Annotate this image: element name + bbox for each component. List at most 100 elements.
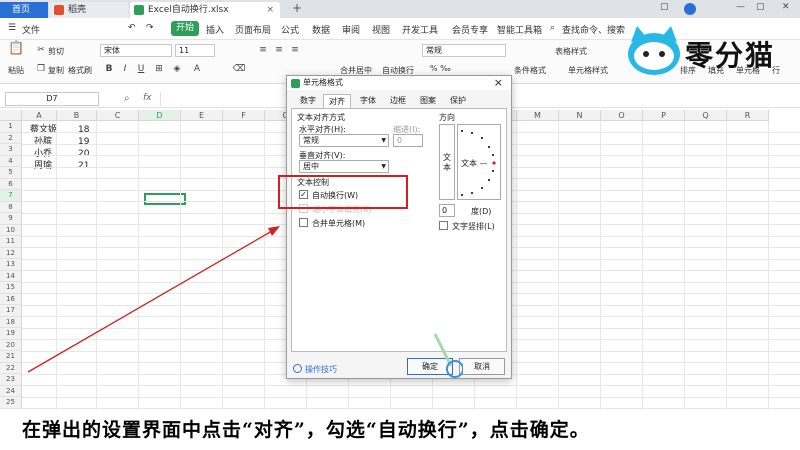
cell-style-button[interactable]: 单元格样式	[568, 65, 608, 76]
column-header-f[interactable]: F	[223, 110, 265, 121]
menu-member[interactable]: 会员专享	[452, 23, 488, 36]
menu-start[interactable]: 开始	[171, 21, 199, 36]
column-header-r[interactable]: R	[727, 110, 769, 121]
close-button[interactable]: ✕	[782, 2, 790, 12]
vertical-align-select[interactable]: 居中 ▼	[299, 160, 389, 173]
menu-review[interactable]: 审阅	[342, 23, 360, 36]
badge-icon[interactable]: ▢	[660, 2, 669, 12]
clear-icon[interactable]: ⌫	[232, 63, 246, 75]
cell-b2[interactable]: 19	[78, 137, 89, 148]
column-header-m[interactable]: M	[517, 110, 559, 121]
zoom-icon[interactable]: ⌕	[124, 93, 130, 104]
copy-button[interactable]: 复制	[48, 65, 64, 76]
italic-icon[interactable]: I	[118, 63, 132, 75]
tab-pattern[interactable]: 图案	[415, 94, 441, 108]
number-format-select[interactable]: 常规	[422, 44, 506, 57]
column-header-p[interactable]: P	[643, 110, 685, 121]
paste-button[interactable]: 粘贴	[8, 65, 24, 76]
column-header-n[interactable]: N	[559, 110, 601, 121]
menu-smart-tools[interactable]: 智能工具箱	[497, 23, 542, 36]
search-icon[interactable]: ⌕	[550, 23, 555, 33]
row-header-2[interactable]: 2	[0, 132, 22, 144]
column-header-e[interactable]: E	[181, 110, 223, 121]
align-left-icon[interactable]: ≡	[256, 44, 270, 56]
merge-cells-checkbox[interactable]	[299, 218, 308, 227]
vertical-text-checkbox[interactable]	[439, 221, 448, 230]
tab-excel-file[interactable]: Excel自动换行.xlsx ×	[130, 2, 280, 18]
cell-a1[interactable]: 蔡文姬	[30, 125, 57, 136]
row-header-22[interactable]: 22	[0, 362, 22, 374]
tips-link[interactable]: 操作技巧	[305, 364, 337, 375]
menu-page-layout[interactable]: 页面布局	[235, 23, 271, 36]
tab-border[interactable]: 边框	[385, 94, 411, 108]
underline-icon[interactable]: U	[134, 63, 148, 75]
tab-alignment[interactable]: 对齐	[323, 94, 351, 108]
percent-icon[interactable]: % ‰	[430, 64, 451, 73]
column-header-q[interactable]: Q	[685, 110, 727, 121]
tab-font[interactable]: 字体	[355, 94, 381, 108]
column-header-b[interactable]: B	[57, 110, 97, 121]
row-header-19[interactable]: 19	[0, 328, 22, 340]
row-header-5[interactable]: 5	[0, 167, 22, 179]
row-header-25[interactable]: 25	[0, 397, 22, 409]
tab-number[interactable]: 数字	[295, 94, 321, 108]
cut-button[interactable]: 剪切	[48, 46, 64, 57]
name-box[interactable]: D7	[5, 92, 99, 106]
dialog-close-icon[interactable]: ×	[494, 76, 503, 90]
paste-icon[interactable]: 📋	[8, 42, 24, 59]
menu-file[interactable]: 文件	[22, 23, 40, 36]
cancel-button[interactable]: 取消	[459, 358, 505, 375]
row-header-21[interactable]: 21	[0, 351, 22, 363]
maximize-button[interactable]: ▢	[756, 2, 765, 12]
align-center-icon[interactable]: ≡	[272, 44, 286, 56]
font-size-select[interactable]: 11	[175, 44, 215, 57]
align-right-icon[interactable]: ≡	[288, 44, 302, 56]
menu-data[interactable]: 数据	[312, 23, 330, 36]
menu-formula[interactable]: 公式	[281, 23, 299, 36]
row-header-6[interactable]: 6	[0, 178, 22, 190]
redo-icon[interactable]: ↷	[146, 23, 154, 33]
font-color-icon[interactable]: A	[190, 63, 204, 75]
tab-close-icon[interactable]: ×	[266, 2, 274, 18]
fx-icon[interactable]: fx	[143, 93, 152, 103]
column-header-o[interactable]: O	[601, 110, 643, 121]
row-header-20[interactable]: 20	[0, 339, 22, 351]
row-header-4[interactable]: 4	[0, 155, 22, 167]
vertical-text-box[interactable]: 文本	[439, 124, 455, 200]
undo-icon[interactable]: ↶	[128, 23, 136, 33]
horizontal-align-select[interactable]: 常规 ▼	[299, 134, 389, 147]
fill-color-icon[interactable]: ◈	[170, 63, 184, 75]
hamburger-icon[interactable]: ☰	[8, 23, 16, 33]
row-header-17[interactable]: 17	[0, 305, 22, 317]
menu-developer[interactable]: 开发工具	[402, 23, 438, 36]
merge-cells-label[interactable]: 合并单元格(M)	[312, 218, 365, 229]
tab-home[interactable]: 首页	[0, 2, 48, 18]
row-header-9[interactable]: 9	[0, 213, 22, 225]
user-avatar[interactable]	[684, 3, 696, 15]
row-header-24[interactable]: 24	[0, 385, 22, 397]
menu-view[interactable]: 视图	[372, 23, 390, 36]
copy-icon[interactable]: ❐	[34, 63, 48, 75]
row-header-11[interactable]: 11	[0, 236, 22, 248]
menu-insert[interactable]: 插入	[206, 23, 224, 36]
tab-protection[interactable]: 保护	[445, 94, 471, 108]
bold-icon[interactable]: B	[102, 63, 116, 75]
cell-a2[interactable]: 孙膑	[34, 137, 52, 148]
cell-b1[interactable]: 18	[78, 125, 89, 136]
minimize-button[interactable]: —	[736, 2, 745, 12]
degree-spinner[interactable]: 0	[439, 204, 455, 217]
row-header-8[interactable]: 8	[0, 201, 22, 213]
tips-icon[interactable]	[293, 364, 302, 373]
orientation-dial[interactable]: 文本 —	[457, 124, 501, 200]
row-header-7[interactable]: 7	[0, 190, 22, 202]
conditional-format-button[interactable]: 条件格式	[514, 65, 546, 76]
indent-spinner[interactable]: 0	[393, 134, 423, 147]
select-all-corner[interactable]	[0, 110, 22, 121]
font-name-select[interactable]: 宋体	[100, 44, 172, 57]
cut-icon[interactable]: ✂	[34, 44, 48, 56]
border-icon[interactable]: ⊞	[152, 63, 166, 75]
column-header-a[interactable]: A	[22, 110, 57, 121]
column-header-d[interactable]: D	[139, 110, 181, 121]
search-command[interactable]: 查找命令、搜索	[562, 23, 625, 36]
tab-docer[interactable]: 稻壳	[50, 2, 128, 18]
